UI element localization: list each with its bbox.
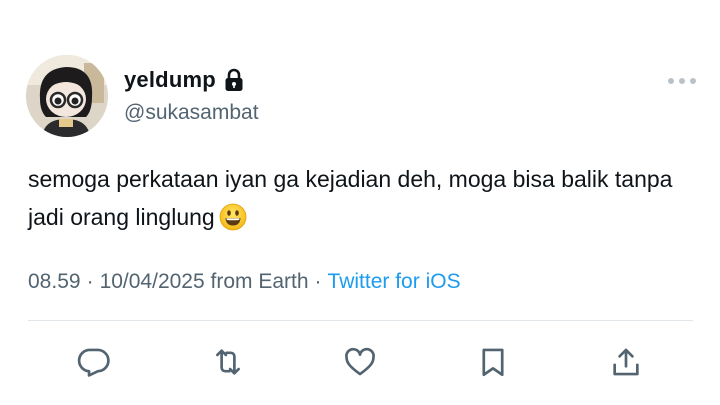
share-button[interactable] [604,340,648,384]
tweet-meta: 08.59 · 10/04/2025 from Earth · Twitter for … [28,270,461,294]
meta-separator-2: · [314,270,322,293]
like-icon [345,347,375,376]
name-row: yeldump [124,64,244,96]
display-name[interactable]: yeldump [124,67,216,93]
retweet-button[interactable] [206,340,250,384]
like-button[interactable] [338,340,382,384]
share-icon [613,348,639,376]
reply-icon [77,348,110,377]
retweet-icon [216,349,240,375]
user-handle[interactable]: @sukasambat [124,101,259,125]
avatar[interactable] [26,55,108,137]
tweet-date: 10/04/2025 [99,270,205,293]
bookmark-icon [482,348,504,377]
tweet-location: from Earth [210,270,309,293]
tweet-body: semoga perkataan iyan ga kejadian deh, m… [28,166,673,230]
tweet-text: semoga perkataan iyan ga kejadian deh, m… [28,160,688,236]
tweet-source-link[interactable]: Twitter for iOS [328,270,461,293]
reply-button[interactable] [72,340,116,384]
grinning-face-emoji-icon [219,203,247,231]
lock-icon [224,68,244,92]
bookmark-button[interactable] [471,340,515,384]
meta-separator: · [86,270,94,293]
divider [28,320,693,321]
more-options-icon[interactable] [668,76,696,86]
tweet-time: 08.59 [28,270,81,293]
action-bar [0,340,720,384]
